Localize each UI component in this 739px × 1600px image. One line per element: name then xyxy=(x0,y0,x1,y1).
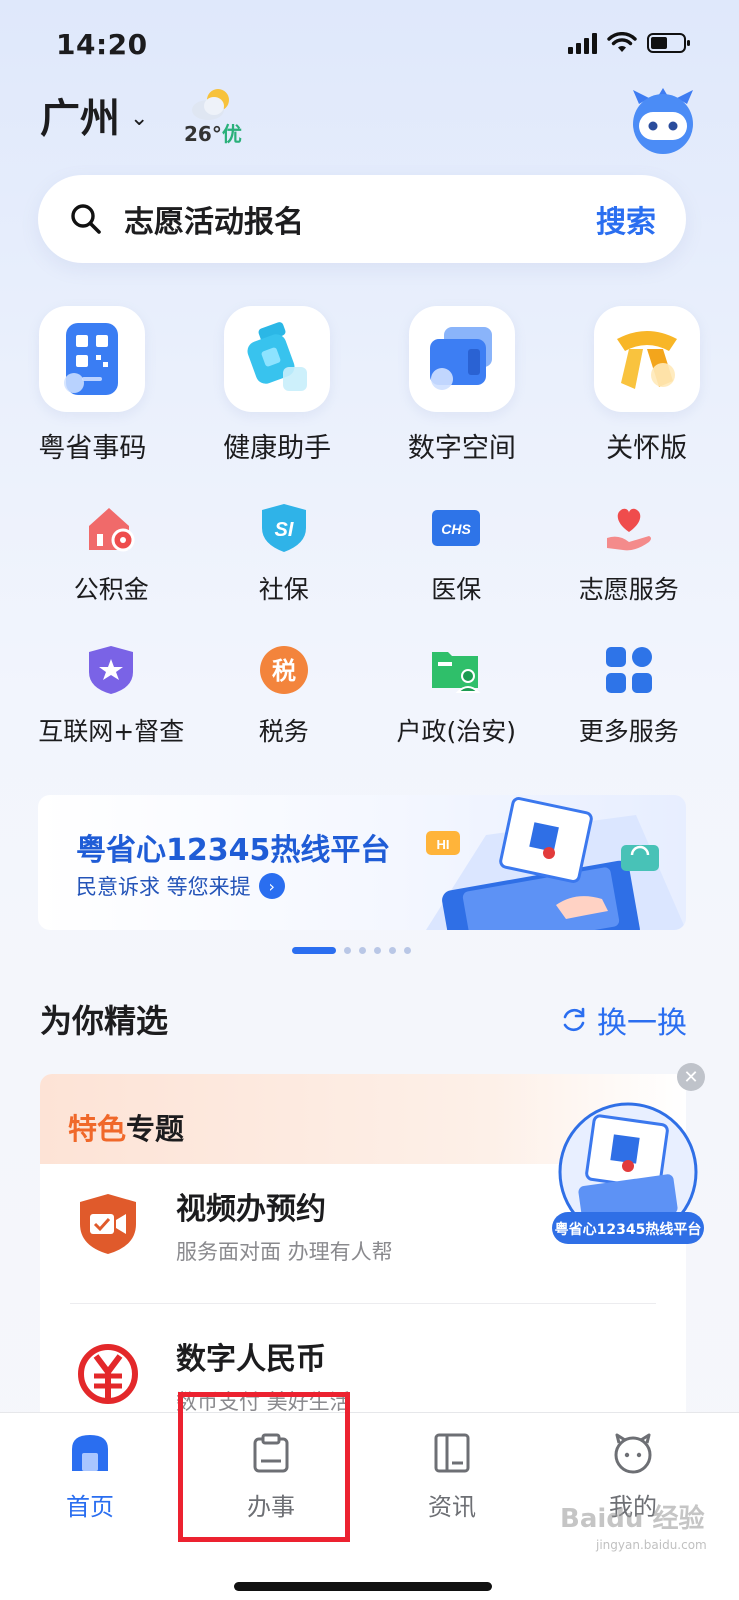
news-book-icon xyxy=(434,1433,470,1473)
chevron-down-icon: ⌄ xyxy=(130,105,149,131)
hotline-banner[interactable]: 粤省心12345热线平台 民意诉求 等您来提 › HI xyxy=(38,795,686,930)
service-tax[interactable]: 税 税务 xyxy=(198,642,371,748)
health-kit-icon xyxy=(247,322,308,391)
pagination-dot-active xyxy=(292,947,336,954)
tab-label: 首页 xyxy=(66,1493,114,1521)
service-label: 户政(治安) xyxy=(396,717,516,746)
weather-temp: 26° xyxy=(184,122,222,146)
service-label: 医保 xyxy=(431,575,482,604)
home-icon xyxy=(72,1435,108,1471)
tab-label: 资讯 xyxy=(428,1493,476,1521)
banner-pagination xyxy=(292,947,411,954)
tax-icon: 税 xyxy=(259,646,308,694)
wifi-icon xyxy=(607,32,637,52)
medical-insurance-icon: CHS xyxy=(432,510,481,546)
service-label: 更多服务 xyxy=(578,717,679,746)
tab-news[interactable]: 资讯 xyxy=(392,1431,512,1522)
banner-hi-badge: HI xyxy=(437,837,450,852)
refresh-label: 换一换 xyxy=(597,1006,687,1041)
annotation-highlight-box xyxy=(178,1392,350,1542)
refresh-icon xyxy=(563,1007,585,1032)
featured-service-care-mode[interactable]: 关怀版 xyxy=(554,306,739,465)
service-label: 公积金 xyxy=(73,575,149,604)
floating-ad-label: 粤省心12345热线平台 xyxy=(555,1221,702,1238)
service-label: 社保 xyxy=(258,575,309,604)
search-button[interactable]: 搜索 xyxy=(596,197,656,241)
search-bar[interactable]: 志愿活动报名 搜索 xyxy=(38,175,686,263)
list-item-subtitle: 服务面对面 办理有人帮 xyxy=(176,1240,393,1264)
pagination-dot xyxy=(344,947,351,954)
digital-rmb-icon xyxy=(78,1344,138,1404)
service-label: 互联网+督查 xyxy=(38,717,185,746)
card-header-highlight: 特色 xyxy=(68,1112,127,1146)
pagination-dot xyxy=(389,947,396,954)
featured-service-label: 数字空间 xyxy=(407,433,516,464)
service-social-security[interactable]: SI 社保 xyxy=(198,500,371,606)
close-icon[interactable]: ✕ xyxy=(677,1063,705,1091)
household-id-icon xyxy=(432,652,481,693)
assistant-robot-icon[interactable] xyxy=(625,82,701,158)
featured-service-yss-code[interactable]: 粤省事码 xyxy=(0,306,185,465)
weather-readout: 26°优 xyxy=(184,118,242,147)
service-household-police[interactable]: 户政(治安) xyxy=(370,642,543,748)
featured-service-health[interactable]: 健康助手 xyxy=(185,306,370,465)
list-item-title: 数字人民币 xyxy=(176,1342,326,1377)
supervision-shield-icon xyxy=(89,646,134,694)
hotline-illustration-icon: HI xyxy=(426,797,686,930)
services-grid-row-2: 互联网+督查 税 税务 户政(治安) 更多服务 xyxy=(25,642,715,748)
pagination-dot xyxy=(374,947,381,954)
pagination-dot xyxy=(404,947,411,954)
floating-hotline-ad[interactable]: 粤省心12345热线平台 xyxy=(550,1100,706,1250)
scarf-care-icon xyxy=(616,331,677,389)
banner-title: 粤省心12345热线平台 xyxy=(76,833,391,868)
status-icons xyxy=(568,32,691,54)
section-title: 为你精选 xyxy=(40,1002,169,1040)
pagination-dot xyxy=(359,947,366,954)
service-medical-insurance[interactable]: CHS 医保 xyxy=(370,500,543,606)
volunteer-heart-icon xyxy=(606,508,651,551)
services-grid-row-1: 公积金 SI 社保 CHS 医保 志愿服务 xyxy=(25,500,715,606)
featured-service-label: 健康助手 xyxy=(223,433,332,464)
digital-wallet-icon xyxy=(429,327,492,390)
service-label: 志愿服务 xyxy=(578,575,679,604)
banner-subtitle-text: 民意诉求 等您来提 xyxy=(76,875,251,899)
housing-fund-icon xyxy=(89,508,135,552)
featured-service-label: 粤省事码 xyxy=(38,433,147,464)
service-housing-fund[interactable]: 公积金 xyxy=(25,500,198,606)
list-item-title: 视频办预约 xyxy=(176,1192,326,1227)
watermark-url: jingyan.baidu.com xyxy=(596,1538,707,1552)
refresh-button[interactable]: 换一换 xyxy=(559,998,687,1042)
video-appointment-icon xyxy=(80,1194,136,1254)
home-indicator[interactable] xyxy=(234,1582,492,1591)
featured-services: 粤省事码 健康助手 数字空间 关怀版 xyxy=(0,306,739,465)
tab-home[interactable]: 首页 xyxy=(30,1431,150,1522)
more-grid-icon xyxy=(605,647,652,693)
svg-text:CHS: CHS xyxy=(441,521,471,537)
service-label: 税务 xyxy=(258,717,309,746)
svg-text:税: 税 xyxy=(272,657,296,685)
search-icon xyxy=(71,204,101,234)
svg-text:SI: SI xyxy=(274,519,293,541)
search-input[interactable]: 志愿活动报名 xyxy=(124,197,596,241)
city-selector[interactable]: 广州 ⌄ xyxy=(40,86,148,144)
service-internet-supervision[interactable]: 互联网+督查 xyxy=(25,642,198,748)
service-volunteer[interactable]: 志愿服务 xyxy=(543,500,716,606)
card-header-text: 专题 xyxy=(126,1112,185,1146)
battery-icon xyxy=(647,33,690,53)
service-more[interactable]: 更多服务 xyxy=(543,642,716,748)
divider xyxy=(70,1303,656,1304)
qr-code-icon xyxy=(64,323,119,395)
status-time: 14:20 xyxy=(56,28,148,61)
featured-service-label: 关怀版 xyxy=(606,433,688,464)
city-name: 广州 xyxy=(40,96,120,142)
watermark: Baidu 经验 xyxy=(560,1504,705,1534)
signal-icon xyxy=(568,32,597,54)
profile-mascot-icon xyxy=(614,1433,652,1474)
featured-service-digital-space[interactable]: 数字空间 xyxy=(370,306,555,465)
social-security-icon: SI xyxy=(261,504,306,552)
banner-subtitle: 民意诉求 等您来提 › xyxy=(76,871,285,901)
chevron-right-icon: › xyxy=(258,873,285,899)
air-quality: 优 xyxy=(221,122,242,146)
